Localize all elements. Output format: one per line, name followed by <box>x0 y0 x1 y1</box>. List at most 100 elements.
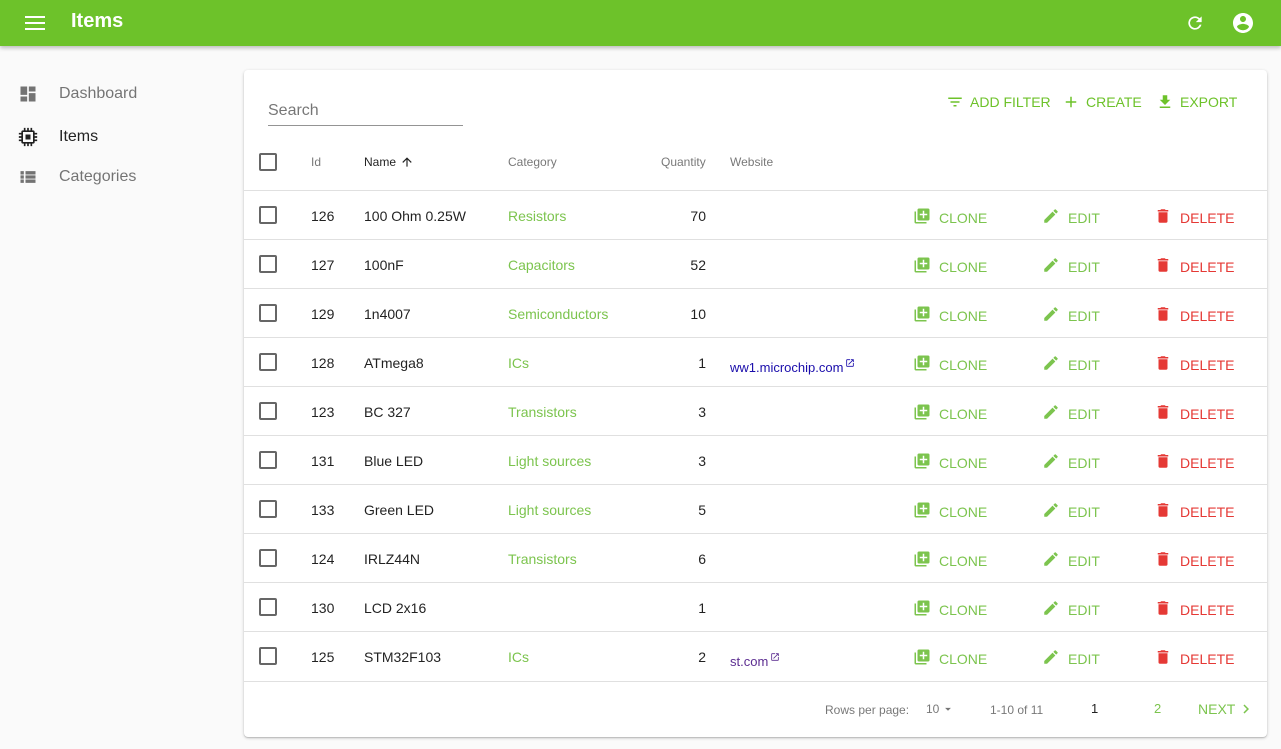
delete-button[interactable]: DELETE <box>1154 354 1234 375</box>
cell-category-link[interactable]: Resistors <box>508 208 566 224</box>
clone-icon <box>913 599 931 620</box>
row-checkbox[interactable] <box>259 255 277 273</box>
account-circle-icon[interactable] <box>1229 9 1257 37</box>
clone-button[interactable]: CLONE <box>913 648 987 669</box>
row-checkbox[interactable] <box>259 549 277 567</box>
table-row[interactable]: 125 STM32F103 ICs 2 st.com CLONE EDIT DELETE <box>244 631 1267 680</box>
add-filter-button[interactable]: ADD FILTER <box>946 92 1051 112</box>
column-header-quantity[interactable]: Quantity <box>661 155 706 169</box>
clone-label: CLONE <box>939 356 988 373</box>
cell-category-link[interactable]: Light sources <box>508 502 591 518</box>
delete-label: DELETE <box>1180 552 1235 569</box>
edit-button[interactable]: EDIT <box>1042 207 1100 228</box>
cell-category-link[interactable]: Capacitors <box>508 257 575 273</box>
table-row[interactable]: 128 ATmega8 ICs 1 ww1.microchip.com CLONE EDIT… <box>244 337 1267 386</box>
website-label: st.com <box>730 654 769 669</box>
cell-quantity: 10 <box>690 306 706 322</box>
cell-category-link[interactable]: Light sources <box>508 453 591 469</box>
cell-website-link[interactable]: ww1.microchip.com <box>730 359 855 375</box>
row-checkbox[interactable] <box>259 451 277 469</box>
delete-button[interactable]: DELETE <box>1154 599 1234 620</box>
cell-category-link[interactable]: ICs <box>508 649 529 665</box>
sidebar-item-label: Dashboard <box>59 85 138 102</box>
edit-button[interactable]: EDIT <box>1042 501 1100 522</box>
clone-label: CLONE <box>939 405 988 422</box>
row-checkbox[interactable] <box>259 304 277 322</box>
table-row[interactable]: 124 IRLZ44N Transistors 6 CLONE EDIT DELETE <box>244 533 1267 582</box>
refresh-icon[interactable] <box>1181 9 1209 37</box>
edit-button[interactable]: EDIT <box>1042 256 1100 277</box>
cell-category-link[interactable]: ICs <box>508 355 529 371</box>
create-label: CREATE <box>1086 94 1142 110</box>
table-row[interactable]: 130 LCD 2x16 1 CLONE EDIT DELETE <box>244 582 1267 631</box>
page-button-1[interactable]: 1 <box>1091 701 1098 716</box>
page-button-2[interactable]: 2 <box>1154 701 1161 716</box>
table-row[interactable]: 129 1n4007 Semiconductors 10 CLONE EDIT DELETE <box>244 288 1267 337</box>
sidebar-item-categories[interactable]: Categories <box>0 157 230 197</box>
column-header-website[interactable]: Website <box>730 155 773 169</box>
create-button[interactable]: CREATE <box>1062 92 1142 112</box>
edit-button[interactable]: EDIT <box>1042 452 1100 473</box>
sidebar-item-dashboard[interactable]: Dashboard <box>0 74 230 114</box>
column-header-name[interactable]: Name <box>364 155 414 169</box>
delete-button[interactable]: DELETE <box>1154 452 1234 473</box>
trash-icon <box>1154 354 1172 375</box>
edit-button[interactable]: EDIT <box>1042 403 1100 424</box>
clone-button[interactable]: CLONE <box>913 403 987 424</box>
clone-button[interactable]: CLONE <box>913 501 987 522</box>
table-row[interactable]: 131 Blue LED Light sources 3 CLONE EDIT DELETE <box>244 435 1267 484</box>
cell-category-link[interactable]: Transistors <box>508 551 577 567</box>
sidebar-item-label: Categories <box>59 168 137 185</box>
clone-button[interactable]: CLONE <box>913 599 987 620</box>
sidebar-item-label: Items <box>59 128 99 145</box>
delete-button[interactable]: DELETE <box>1154 648 1234 669</box>
table-row[interactable]: 126 100 Ohm 0.25W Resistors 70 CLONE EDIT DELE… <box>244 190 1267 239</box>
column-header-id[interactable]: Id <box>311 155 321 169</box>
clone-button[interactable]: CLONE <box>913 452 987 473</box>
menu-icon[interactable] <box>22 11 48 35</box>
table-row[interactable]: 123 BC 327 Transistors 3 CLONE EDIT DELETE <box>244 386 1267 435</box>
row-checkbox[interactable] <box>259 353 277 371</box>
edit-button[interactable]: EDIT <box>1042 354 1100 375</box>
download-icon <box>1159 95 1171 108</box>
dashboard-icon <box>17 83 39 105</box>
edit-button[interactable]: EDIT <box>1042 599 1100 620</box>
clone-button[interactable]: CLONE <box>913 354 987 375</box>
row-checkbox[interactable] <box>259 647 277 665</box>
edit-label: EDIT <box>1068 307 1100 324</box>
edit-button[interactable]: EDIT <box>1042 648 1100 669</box>
delete-button[interactable]: DELETE <box>1154 501 1234 522</box>
edit-button[interactable]: EDIT <box>1042 550 1100 571</box>
cell-quantity: 1 <box>698 355 706 371</box>
next-page-button[interactable]: NEXT <box>1198 700 1255 718</box>
row-checkbox[interactable] <box>259 206 277 224</box>
cell-category-link[interactable]: Transistors <box>508 404 577 420</box>
clone-button[interactable]: CLONE <box>913 305 987 326</box>
delete-button[interactable]: DELETE <box>1154 256 1234 277</box>
row-checkbox[interactable] <box>259 402 277 420</box>
clone-label: CLONE <box>939 552 988 569</box>
table-row[interactable]: 127 100nF Capacitors 52 CLONE EDIT DELETE <box>244 239 1267 288</box>
cell-quantity: 5 <box>698 502 706 518</box>
edit-button[interactable]: EDIT <box>1042 305 1100 326</box>
rows-per-page-select[interactable]: 10 <box>926 702 955 716</box>
clone-button[interactable]: CLONE <box>913 550 987 571</box>
clone-button[interactable]: CLONE <box>913 256 987 277</box>
sidebar-item-items[interactable]: Items <box>0 117 230 157</box>
delete-button[interactable]: DELETE <box>1154 403 1234 424</box>
clone-icon <box>913 305 931 326</box>
column-header-category[interactable]: Category <box>508 155 557 169</box>
add-filter-label: ADD FILTER <box>970 94 1051 110</box>
table-row[interactable]: 133 Green LED Light sources 5 CLONE EDIT DELET… <box>244 484 1267 533</box>
search-input[interactable] <box>268 98 463 124</box>
delete-button[interactable]: DELETE <box>1154 550 1234 571</box>
delete-button[interactable]: DELETE <box>1154 207 1234 228</box>
row-checkbox[interactable] <box>259 598 277 616</box>
select-all-checkbox[interactable] <box>259 153 277 171</box>
row-checkbox[interactable] <box>259 500 277 518</box>
cell-category-link[interactable]: Semiconductors <box>508 306 608 322</box>
delete-button[interactable]: DELETE <box>1154 305 1234 326</box>
cell-website-link[interactable]: st.com <box>730 653 780 669</box>
export-button[interactable]: EXPORT <box>1156 92 1237 112</box>
clone-button[interactable]: CLONE <box>913 207 987 228</box>
